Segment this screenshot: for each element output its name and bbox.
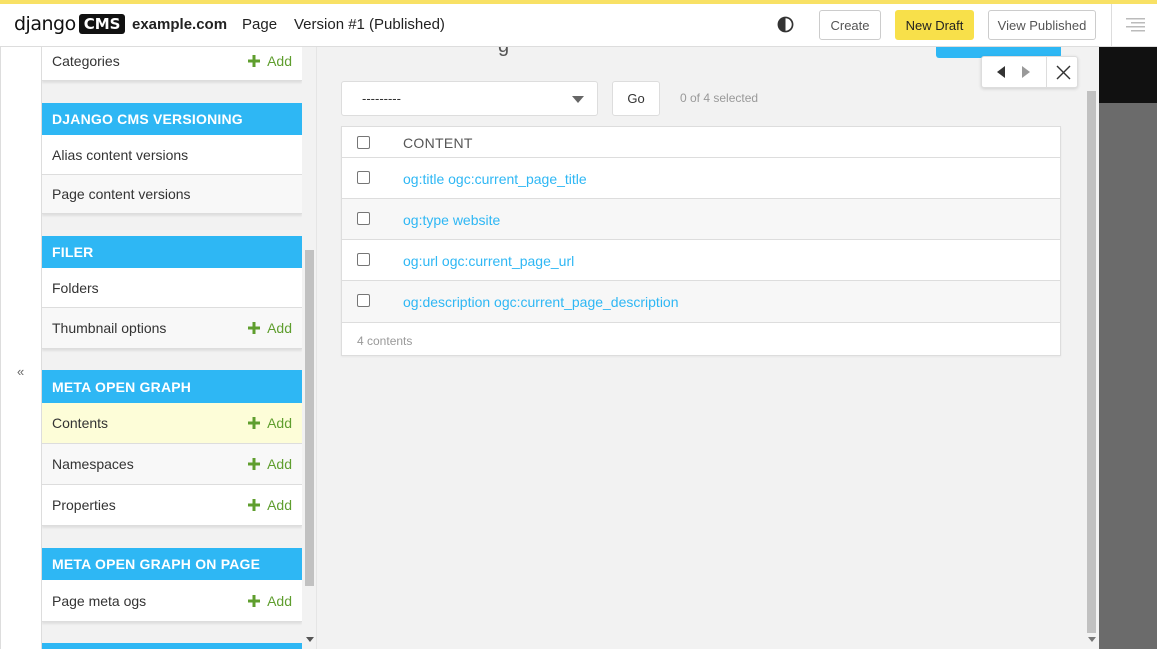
color-scheme-toggle-icon[interactable] bbox=[777, 16, 794, 33]
row-checkbox[interactable] bbox=[357, 171, 370, 184]
site-menu[interactable]: example.com bbox=[132, 16, 227, 33]
go-button[interactable]: Go bbox=[612, 81, 660, 116]
page-menu[interactable]: Page bbox=[242, 16, 277, 33]
sidebar-item-folders[interactable]: Folders bbox=[42, 268, 302, 308]
forward-arrow-icon[interactable] bbox=[1022, 66, 1030, 78]
sidebar-item-properties[interactable]: Properties Add bbox=[42, 485, 302, 526]
scroll-down-arrow-icon[interactable] bbox=[306, 637, 314, 642]
selection-counter: 0 of 4 selected bbox=[680, 91, 759, 105]
table-footer: 4 contents bbox=[342, 322, 1060, 355]
sidebar-item-alias-content-versions[interactable]: Alias content versions bbox=[42, 135, 302, 175]
add-categories-link[interactable]: Add bbox=[248, 53, 292, 69]
content-link[interactable]: og:description ogc:current_page_descript… bbox=[403, 294, 679, 310]
section-header-meta-open-graph[interactable]: META OPEN GRAPH bbox=[42, 370, 302, 403]
plus-icon bbox=[248, 458, 261, 470]
table-row: og:description ogc:current_page_descript… bbox=[342, 281, 1060, 322]
version-menu[interactable]: Version #1 (Published) bbox=[294, 16, 445, 33]
sidebar-item-page-meta-ogs[interactable]: Page meta ogs Add bbox=[42, 580, 302, 622]
section-header-versioning[interactable]: DJANGO CMS VERSIONING bbox=[42, 103, 302, 135]
sideframe-menu-icon[interactable] bbox=[1126, 18, 1145, 32]
plus-icon bbox=[248, 594, 261, 607]
add-link-label: Add bbox=[267, 415, 292, 431]
section-header-filer[interactable]: FILER bbox=[42, 236, 302, 268]
row-checkbox[interactable] bbox=[357, 294, 370, 307]
content-link[interactable]: og:type website bbox=[403, 212, 500, 228]
table-row: og:type website bbox=[342, 199, 1060, 240]
django-cms-logo[interactable]: django CMS bbox=[14, 12, 126, 36]
section-header-next bbox=[42, 643, 302, 649]
add-thumbnail-option-link[interactable]: Add bbox=[248, 320, 292, 336]
sidebar-collapse-strip: « bbox=[0, 47, 42, 649]
cms-toolbar: django CMS example.com Page Version #1 (… bbox=[0, 0, 1157, 47]
sidebar-item-contents[interactable]: Contents Add bbox=[42, 403, 302, 444]
results-table: CONTENT og:title ogc:current_page_title … bbox=[341, 126, 1061, 356]
add-link-label: Add bbox=[267, 320, 292, 336]
row-checkbox[interactable] bbox=[357, 212, 370, 225]
plus-icon bbox=[248, 417, 261, 429]
close-icon[interactable] bbox=[1056, 65, 1071, 80]
add-link-label: Add bbox=[267, 52, 292, 69]
view-published-button[interactable]: View Published bbox=[988, 10, 1096, 40]
column-header-content[interactable]: CONTENT bbox=[403, 135, 473, 151]
plus-icon bbox=[248, 322, 261, 334]
changelist-main: g --------- Go 0 of 4 selected CONTENT o… bbox=[318, 47, 1085, 649]
sidebar-item-thumbnail-options[interactable]: Thumbnail options Add bbox=[42, 308, 302, 349]
main-scrollbar[interactable] bbox=[1085, 47, 1099, 649]
logo-text: django bbox=[14, 13, 76, 35]
sidebar-scrollbar[interactable] bbox=[302, 47, 317, 649]
add-page-meta-og-link[interactable]: Add bbox=[248, 593, 292, 609]
scroll-down-arrow-icon[interactable] bbox=[1088, 637, 1096, 642]
new-draft-button[interactable]: New Draft bbox=[895, 10, 974, 40]
plus-icon bbox=[248, 54, 261, 67]
sidebar-item-label: Page content versions bbox=[52, 186, 191, 202]
page-overlay bbox=[1099, 47, 1157, 649]
row-checkbox[interactable] bbox=[357, 253, 370, 266]
sidebar-item-label: Folders bbox=[52, 279, 99, 296]
table-header: CONTENT bbox=[342, 127, 1060, 158]
bulk-action-selected-value: --------- bbox=[362, 91, 401, 106]
content-link[interactable]: og:url ogc:current_page_url bbox=[403, 253, 574, 269]
section-header-meta-open-graph-on-page[interactable]: META OPEN GRAPH ON PAGE bbox=[42, 548, 302, 580]
logo-badge: CMS bbox=[78, 14, 126, 34]
admin-sidebar: Categories Add DJANGO CMS VERSIONING Ali… bbox=[42, 47, 302, 649]
sidebar-scrollbar-thumb[interactable] bbox=[305, 250, 314, 586]
collapse-sidebar-toggle[interactable]: « bbox=[17, 364, 24, 379]
widget-divider bbox=[1046, 57, 1047, 87]
result-count: 4 contents bbox=[357, 334, 413, 348]
table-row: og:url ogc:current_page_url bbox=[342, 240, 1060, 281]
add-content-link[interactable]: Add bbox=[248, 415, 292, 431]
page-title: g bbox=[498, 47, 509, 58]
bulk-action-select[interactable]: --------- bbox=[341, 81, 598, 116]
add-namespace-link[interactable]: Add bbox=[248, 456, 292, 472]
overlay-dark-region bbox=[1099, 47, 1157, 103]
chevron-down-icon bbox=[572, 96, 584, 103]
sidebar-item-categories[interactable]: Categories Add bbox=[42, 47, 302, 81]
content-link[interactable]: og:title ogc:current_page_title bbox=[403, 171, 587, 187]
add-link-label: Add bbox=[267, 592, 292, 609]
select-all-checkbox[interactable] bbox=[357, 136, 370, 149]
main-scrollbar-thumb[interactable] bbox=[1087, 91, 1096, 633]
sidebar-item-page-content-versions[interactable]: Page content versions bbox=[42, 175, 302, 214]
toolbar-divider bbox=[1111, 4, 1112, 47]
sidebar-item-namespaces[interactable]: Namespaces Add bbox=[42, 444, 302, 485]
plus-icon bbox=[248, 499, 261, 511]
add-link-label: Add bbox=[267, 456, 292, 472]
sideframe-nav-widget bbox=[981, 56, 1078, 88]
add-link-label: Add bbox=[267, 497, 292, 513]
back-arrow-icon[interactable] bbox=[997, 66, 1005, 78]
add-property-link[interactable]: Add bbox=[248, 497, 292, 513]
sidebar-item-label: Alias content versions bbox=[52, 146, 189, 163]
create-button[interactable]: Create bbox=[819, 10, 881, 40]
table-row: og:title ogc:current_page_title bbox=[342, 158, 1060, 199]
